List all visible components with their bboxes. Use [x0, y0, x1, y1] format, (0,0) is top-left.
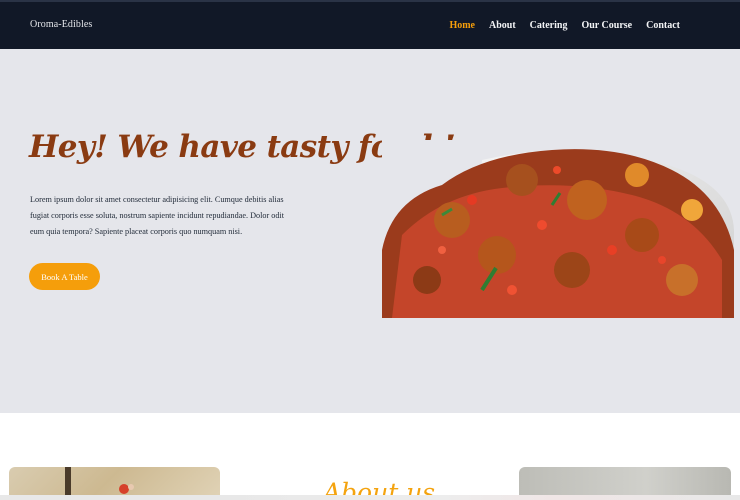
nav-home[interactable]: Home: [449, 20, 475, 31]
nav-about[interactable]: About: [489, 20, 516, 31]
hero-food-image: [382, 140, 734, 318]
main-nav: Home About Catering Our Course Contact: [449, 20, 680, 31]
brand-name[interactable]: Oroma-Edibles: [30, 19, 92, 30]
page-bottom-strip: [0, 495, 740, 500]
nav-catering[interactable]: Catering: [530, 20, 568, 31]
hero-description: Lorem ipsum dolor sit amet consectetur a…: [30, 195, 284, 236]
nav-our-course[interactable]: Our Course: [581, 20, 632, 31]
nav-contact[interactable]: Contact: [646, 20, 680, 31]
top-navbar: Oroma-Edibles Home About Catering Our Co…: [0, 0, 740, 49]
book-table-button[interactable]: Book A Table: [29, 263, 100, 290]
